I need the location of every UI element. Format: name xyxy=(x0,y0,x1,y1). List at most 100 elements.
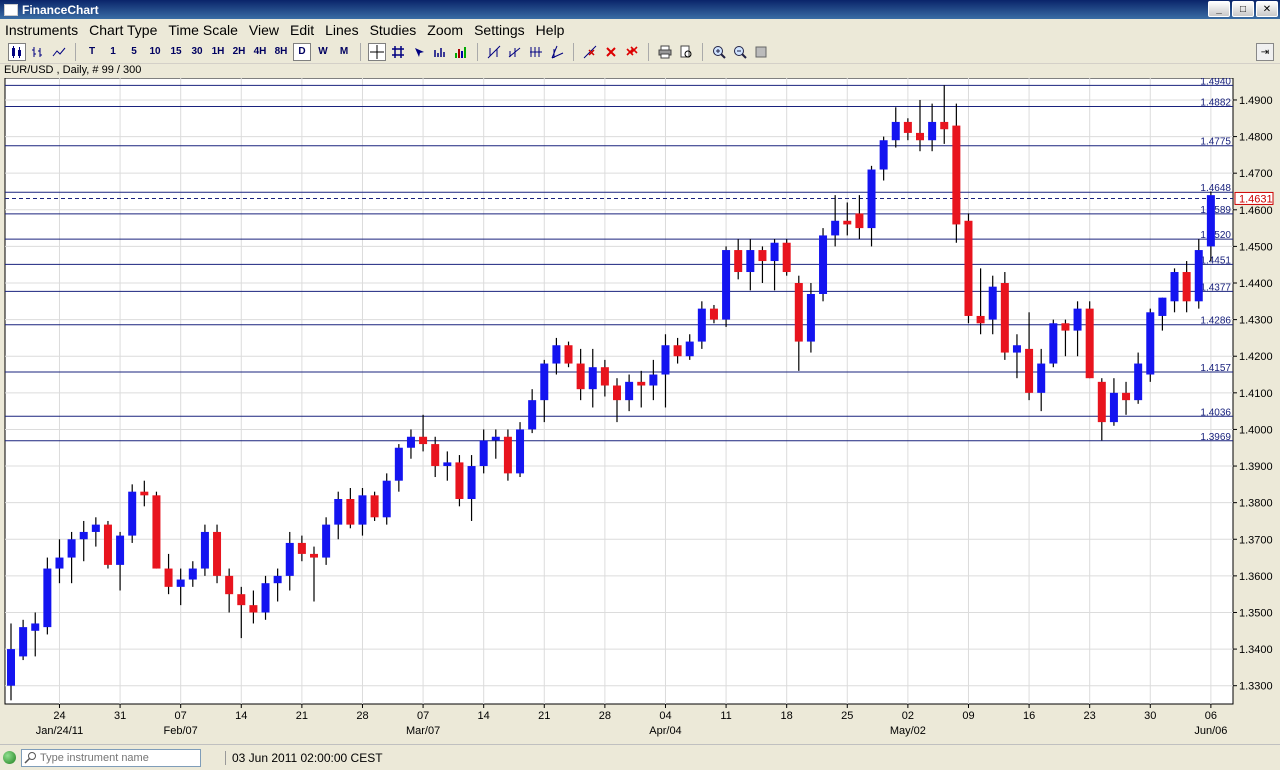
menu-studies[interactable]: Studies xyxy=(365,22,423,38)
maximize-icon[interactable]: □ xyxy=(1232,1,1254,17)
candle-body[interactable] xyxy=(1037,363,1046,393)
line-chart-icon[interactable] xyxy=(50,43,68,61)
candle-body[interactable] xyxy=(1146,312,1155,375)
candle-body[interactable] xyxy=(903,121,912,133)
gann-icon[interactable] xyxy=(548,43,566,61)
candle-body[interactable] xyxy=(637,381,646,386)
candle-body[interactable] xyxy=(1206,195,1215,247)
trendline-icon[interactable] xyxy=(485,43,503,61)
bar-chart-icon[interactable] xyxy=(29,43,47,61)
candle-body[interactable] xyxy=(564,345,573,364)
candle-body[interactable] xyxy=(1025,348,1034,393)
candle-body[interactable] xyxy=(916,132,924,141)
candle-body[interactable] xyxy=(613,385,621,401)
candle-body[interactable] xyxy=(673,345,682,357)
candle-body[interactable] xyxy=(358,495,367,525)
candle-body[interactable] xyxy=(310,553,318,558)
candle-body[interactable] xyxy=(1000,283,1009,353)
volume-icon[interactable] xyxy=(431,43,449,61)
candle-body[interactable] xyxy=(1170,272,1179,302)
candle-body[interactable] xyxy=(419,436,428,445)
zoom-in-icon[interactable] xyxy=(710,43,728,61)
candle-body[interactable] xyxy=(758,250,767,262)
candle-body[interactable] xyxy=(855,213,864,229)
delete-all-icon[interactable] xyxy=(623,43,641,61)
candle-body[interactable] xyxy=(516,429,525,474)
candle-body[interactable] xyxy=(867,169,876,229)
candle-body[interactable] xyxy=(116,535,125,565)
timeframe-1h-button[interactable]: 1H xyxy=(209,43,227,61)
candle-body[interactable] xyxy=(67,539,76,558)
candle-body[interactable] xyxy=(794,283,803,342)
candle-body[interactable] xyxy=(709,308,718,320)
candle-body[interactable] xyxy=(540,363,549,401)
timeframe-tick-button[interactable]: T xyxy=(83,43,101,61)
minimize-icon[interactable]: _ xyxy=(1208,1,1230,17)
price-chart[interactable]: 1.4940 1.4882 1.4775 1.4648 1.4589 1.4520 1.44… xyxy=(0,78,1280,740)
menu-settings[interactable]: Settings xyxy=(469,22,531,38)
candle-body[interactable] xyxy=(188,568,197,580)
menu-edit[interactable]: Edit xyxy=(285,22,320,38)
candle-body[interactable] xyxy=(1194,250,1203,302)
instrument-search[interactable] xyxy=(21,748,201,767)
candle-body[interactable] xyxy=(746,250,755,273)
candle-body[interactable] xyxy=(831,220,840,236)
candle-body[interactable] xyxy=(1122,392,1131,401)
timeframe-2h-button[interactable]: 2H xyxy=(230,43,248,61)
menu-chart-type[interactable]: Chart Type xyxy=(84,22,163,38)
candle-body[interactable] xyxy=(952,125,961,225)
candle-body[interactable] xyxy=(976,315,985,324)
candle-body[interactable] xyxy=(322,524,331,558)
timeframe-monthly-button[interactable]: M xyxy=(335,43,353,61)
candle-body[interactable] xyxy=(431,444,440,467)
candle-body[interactable] xyxy=(297,542,306,554)
candle-body[interactable] xyxy=(79,531,88,540)
candle-body[interactable] xyxy=(261,583,270,613)
candle-body[interactable] xyxy=(600,367,609,386)
candle-body[interactable] xyxy=(443,462,452,467)
candle-body[interactable] xyxy=(7,649,15,686)
candle-body[interactable] xyxy=(382,480,391,518)
candle-body[interactable] xyxy=(370,495,379,518)
candle-body[interactable] xyxy=(176,579,185,587)
timeframe-30m-button[interactable]: 30 xyxy=(188,43,206,61)
candle-body[interactable] xyxy=(394,447,403,481)
crosshair-icon[interactable] xyxy=(368,42,386,61)
timeframe-8h-button[interactable]: 8H xyxy=(272,43,290,61)
candle-body[interactable] xyxy=(225,575,234,595)
zoom-out-icon[interactable] xyxy=(731,43,749,61)
cursor-data-icon[interactable] xyxy=(410,43,428,61)
candle-body[interactable] xyxy=(928,121,937,141)
close-icon[interactable]: ✕ xyxy=(1256,1,1278,17)
candle-body[interactable] xyxy=(31,623,40,631)
candle-body[interactable] xyxy=(806,293,815,342)
instrument-search-input[interactable] xyxy=(40,751,190,764)
delete-line-icon[interactable] xyxy=(581,43,599,61)
channel-icon[interactable] xyxy=(506,43,524,61)
candle-body[interactable] xyxy=(237,594,246,606)
menu-instruments[interactable]: Instruments xyxy=(0,22,84,38)
candle-body[interactable] xyxy=(455,462,464,499)
timeframe-1m-button[interactable]: 1 xyxy=(104,43,122,61)
fibonacci-icon[interactable] xyxy=(527,43,545,61)
candle-body[interactable] xyxy=(1134,363,1143,401)
candle-body[interactable] xyxy=(91,524,100,532)
candle-body[interactable] xyxy=(164,568,173,587)
candle-body[interactable] xyxy=(346,498,355,525)
candle-body[interactable] xyxy=(285,542,294,576)
candle-body[interactable] xyxy=(528,400,537,430)
print-icon[interactable] xyxy=(656,43,674,61)
menu-time-scale[interactable]: Time Scale xyxy=(163,22,244,38)
grid-icon[interactable] xyxy=(389,43,407,61)
candle-body[interactable] xyxy=(588,367,597,390)
candle-body[interactable] xyxy=(649,374,658,386)
candle-body[interactable] xyxy=(843,220,852,225)
candle-body[interactable] xyxy=(1061,323,1070,331)
candle-body[interactable] xyxy=(491,436,500,441)
timeframe-15m-button[interactable]: 15 xyxy=(167,43,185,61)
candle-body[interactable] xyxy=(19,627,28,657)
panel-collapse-icon[interactable]: ⇥ xyxy=(1256,43,1274,61)
candle-body[interactable] xyxy=(685,341,694,357)
candle-body[interactable] xyxy=(552,345,561,364)
candle-body[interactable] xyxy=(249,605,258,613)
